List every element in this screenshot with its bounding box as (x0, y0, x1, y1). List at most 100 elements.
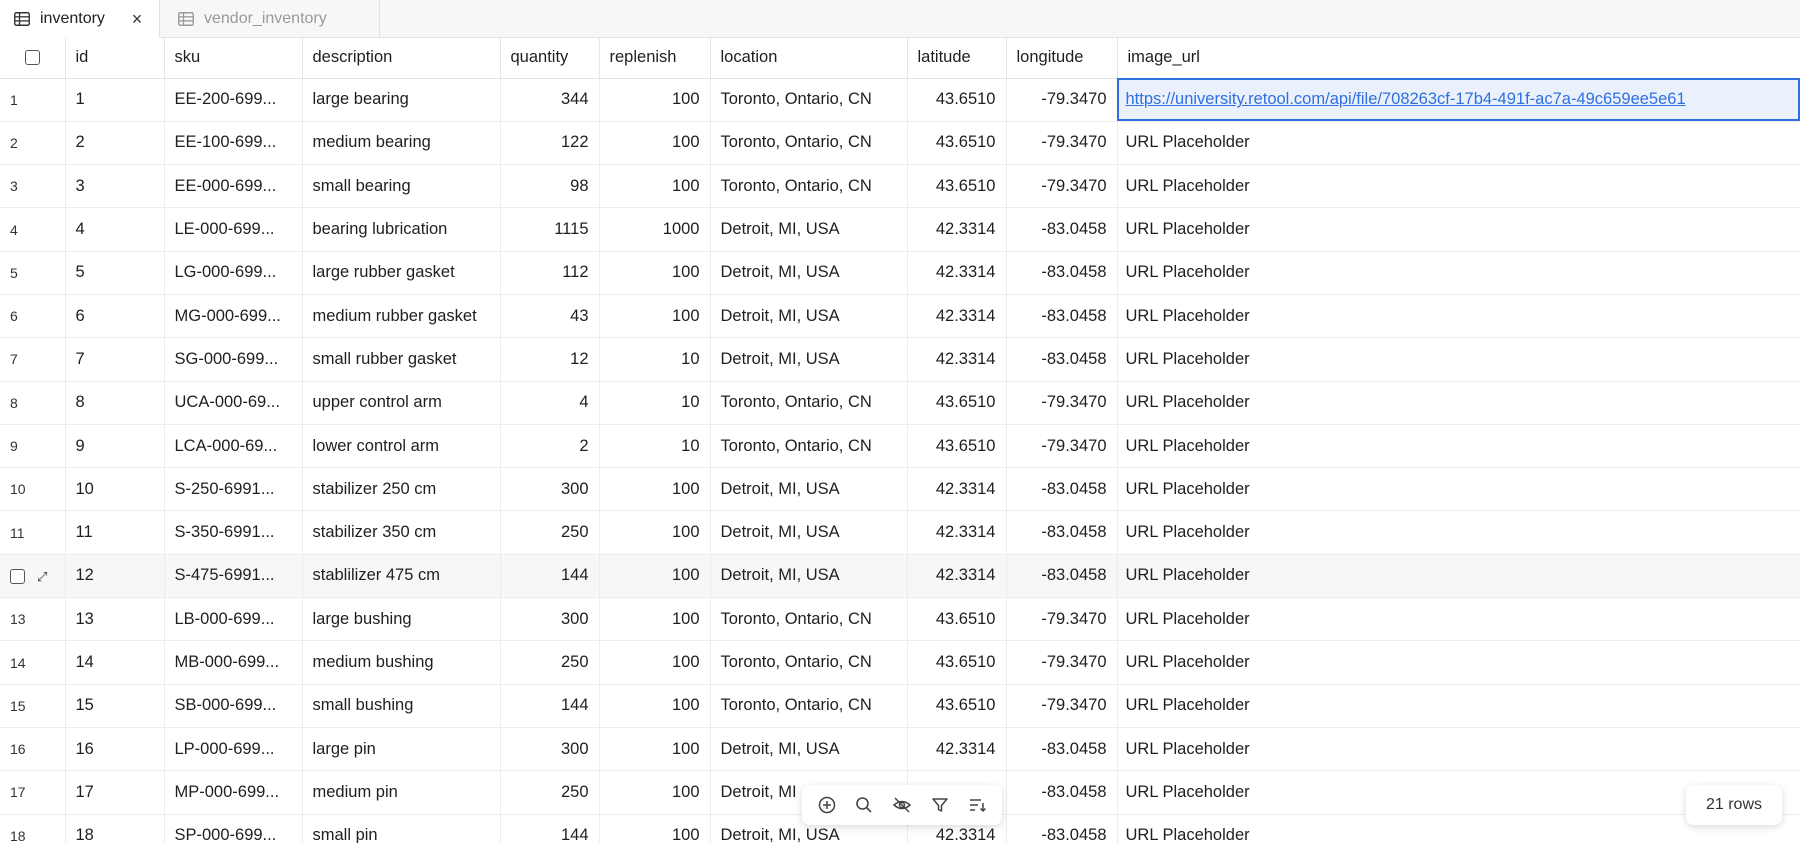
cell-sku[interactable]: EE-000-699... (164, 164, 303, 209)
add-row-button[interactable] (813, 791, 841, 819)
cell-latitude[interactable]: 42.3314 (907, 467, 1007, 512)
cell-sku[interactable]: SG-000-699... (164, 337, 303, 382)
cell-id[interactable]: 17 (65, 770, 165, 815)
cell-quantity[interactable]: 344 (500, 78, 600, 122)
cell-longitude[interactable]: -83.0458 (1006, 554, 1118, 599)
cell-replenish[interactable]: 100 (599, 251, 711, 295)
select-all-checkbox[interactable] (24, 50, 40, 66)
cell-image-url[interactable]: URL Placeholder (1117, 337, 1800, 382)
cell-sku[interactable]: SP-000-699... (164, 814, 303, 843)
close-tab-icon[interactable]: × (129, 9, 145, 30)
cell-longitude[interactable]: -79.3470 (1006, 424, 1118, 469)
tab-vendor-inventory[interactable]: vendor_inventory (160, 0, 380, 38)
cell-latitude[interactable]: 42.3314 (907, 251, 1007, 295)
cell-id[interactable]: 18 (65, 814, 165, 843)
cell-longitude[interactable]: -83.0458 (1006, 207, 1118, 252)
cell-location[interactable]: Detroit, MI, USA (710, 251, 908, 295)
cell-latitude[interactable]: 42.3314 (907, 727, 1007, 772)
sort-button[interactable] (963, 791, 991, 819)
cell-longitude[interactable]: -79.3470 (1006, 640, 1118, 685)
cell-latitude[interactable]: 43.6510 (907, 640, 1007, 685)
cell-replenish[interactable]: 100 (599, 684, 711, 728)
cell-quantity[interactable]: 144 (500, 814, 600, 843)
cell-description[interactable]: upper control arm (302, 381, 501, 425)
cell-sku[interactable]: EE-200-699... (164, 78, 303, 122)
table-row[interactable]: 11 11 S-350-6991... stabilizer 350 cm 250 100… (0, 510, 1800, 555)
cell-replenish[interactable]: 100 (599, 554, 711, 599)
cell-image-url[interactable]: URL Placeholder (1117, 121, 1800, 166)
image-url-link[interactable]: https://university.retool.com/api/file/7… (1126, 90, 1686, 108)
tab-inventory[interactable]: inventory × (0, 0, 160, 39)
table-row[interactable]: 3 3 EE-000-699... small bearing 98 100 Toronto… (0, 164, 1800, 209)
cell-longitude[interactable]: -83.0458 (1006, 814, 1118, 843)
column-header-sku[interactable]: sku (164, 38, 303, 79)
cell-replenish[interactable]: 10 (599, 424, 711, 469)
cell-replenish[interactable]: 100 (599, 640, 711, 685)
column-header-location[interactable]: location (710, 38, 908, 79)
column-header-replenish[interactable]: replenish (599, 38, 711, 79)
cell-longitude[interactable]: -83.0458 (1006, 727, 1118, 772)
cell-image-url[interactable]: URL Placeholder (1117, 684, 1800, 728)
cell-quantity[interactable]: 98 (500, 164, 600, 209)
cell-replenish[interactable]: 100 (599, 78, 711, 122)
cell-location[interactable]: Toronto, Ontario, CN (710, 597, 908, 642)
cell-replenish[interactable]: 100 (599, 121, 711, 166)
cell-quantity[interactable]: 122 (500, 121, 600, 166)
cell-image-url[interactable]: URL Placeholder (1117, 554, 1800, 599)
cell-location[interactable]: Detroit, MI, USA (710, 554, 908, 599)
cell-sku[interactable]: MG-000-699... (164, 294, 303, 339)
cell-image-url[interactable]: URL Placeholder (1117, 467, 1800, 512)
table-row[interactable]: 7 7 SG-000-699... small rubber gasket 12 10 De… (0, 337, 1800, 382)
column-header-quantity[interactable]: quantity (500, 38, 600, 79)
cell-id[interactable]: 4 (65, 207, 165, 252)
cell-location[interactable]: Detroit, MI, USA (710, 337, 908, 382)
cell-quantity[interactable]: 300 (500, 727, 600, 772)
cell-latitude[interactable]: 42.3314 (907, 337, 1007, 382)
cell-latitude[interactable]: 43.6510 (907, 381, 1007, 425)
hide-columns-button[interactable] (888, 791, 916, 819)
cell-replenish[interactable]: 100 (599, 770, 711, 815)
cell-replenish[interactable]: 1000 (599, 207, 711, 252)
cell-description[interactable]: stabilizer 350 cm (302, 510, 501, 555)
cell-latitude[interactable]: 43.6510 (907, 164, 1007, 209)
cell-replenish[interactable]: 100 (599, 727, 711, 772)
cell-location[interactable]: Toronto, Ontario, CN (710, 684, 908, 728)
cell-id[interactable]: 10 (65, 467, 165, 512)
cell-quantity[interactable]: 300 (500, 467, 600, 512)
cell-latitude[interactable]: 42.3314 (907, 294, 1007, 339)
cell-longitude[interactable]: -79.3470 (1006, 78, 1118, 122)
cell-longitude[interactable]: -83.0458 (1006, 337, 1118, 382)
cell-replenish[interactable]: 10 (599, 337, 711, 382)
cell-replenish[interactable]: 100 (599, 814, 711, 843)
cell-longitude[interactable]: -83.0458 (1006, 770, 1118, 815)
cell-location[interactable]: Toronto, Ontario, CN (710, 424, 908, 469)
cell-id[interactable]: 9 (65, 424, 165, 469)
cell-latitude[interactable]: 42.3314 (907, 207, 1007, 252)
cell-description[interactable]: bearing lubrication (302, 207, 501, 252)
cell-image-url[interactable]: URL Placeholder (1117, 597, 1800, 642)
cell-image-url[interactable]: URL Placeholder (1117, 207, 1800, 252)
cell-location[interactable]: Detroit, MI, USA (710, 727, 908, 772)
cell-sku[interactable]: LE-000-699... (164, 207, 303, 252)
cell-id[interactable]: 7 (65, 337, 165, 382)
cell-longitude[interactable]: -83.0458 (1006, 294, 1118, 339)
cell-description[interactable]: small pin (302, 814, 501, 843)
row-checkbox[interactable] (10, 569, 25, 585)
cell-id[interactable]: 8 (65, 381, 165, 425)
cell-sku[interactable]: EE-100-699... (164, 121, 303, 166)
cell-location[interactable]: Detroit, MI, USA (710, 510, 908, 555)
cell-image-url[interactable]: URL Placeholder (1117, 424, 1800, 469)
cell-longitude[interactable]: -79.3470 (1006, 597, 1118, 642)
cell-quantity[interactable]: 112 (500, 251, 600, 295)
cell-id[interactable]: 15 (65, 684, 165, 728)
cell-quantity[interactable]: 4 (500, 381, 600, 425)
cell-quantity[interactable]: 300 (500, 597, 600, 642)
column-header-image-url[interactable]: image_url (1117, 38, 1800, 79)
cell-image-url[interactable]: URL Placeholder (1117, 640, 1800, 685)
cell-longitude[interactable]: -83.0458 (1006, 467, 1118, 512)
cell-description[interactable]: small bearing (302, 164, 501, 209)
cell-description[interactable]: large bushing (302, 597, 501, 642)
cell-id[interactable]: 12 (65, 554, 165, 599)
cell-location[interactable]: Detroit, MI, USA (710, 294, 908, 339)
cell-longitude[interactable]: -83.0458 (1006, 510, 1118, 555)
